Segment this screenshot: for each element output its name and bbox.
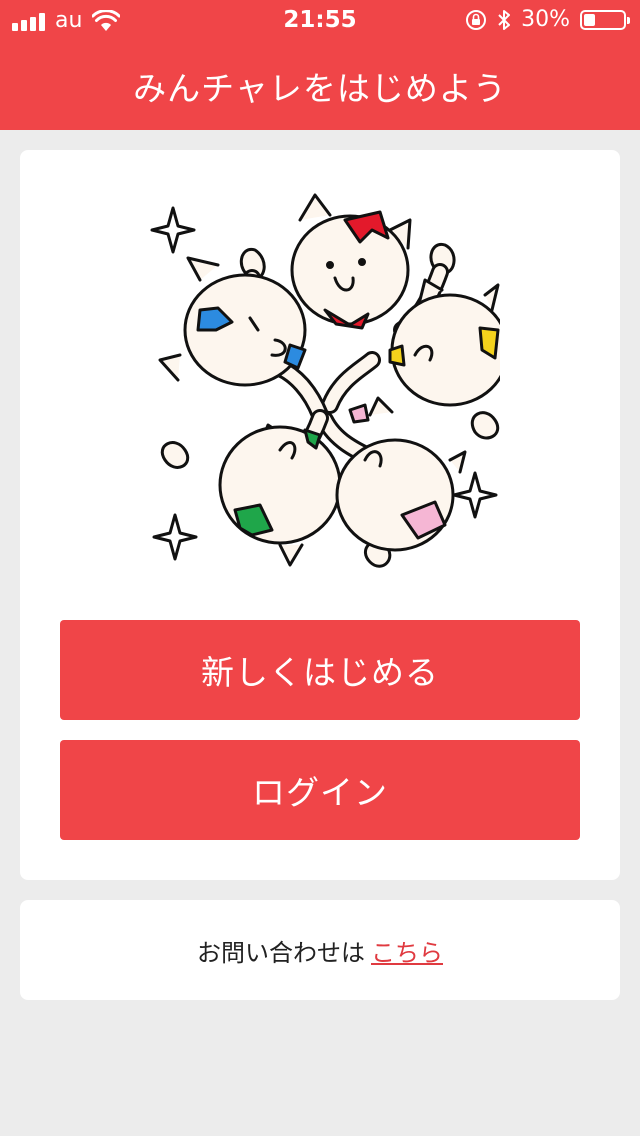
battery-level [584, 13, 595, 26]
start-new-button[interactable]: 新しくはじめる [60, 620, 580, 720]
page-title: みんチャレをはじめよう [133, 69, 507, 108]
contact-text: お問い合わせは [197, 939, 365, 967]
login-button[interactable]: ログイン [60, 740, 580, 840]
bluetooth-icon [498, 9, 511, 30]
status-right: 30% [465, 7, 630, 32]
main-card: 新しくはじめる ログイン [20, 150, 620, 880]
battery-percent: 30% [521, 7, 570, 32]
contact-row: お問い合わせは こちら [20, 933, 620, 968]
cats-illustration [150, 193, 500, 568]
status-bar: au 21:55 30% [0, 0, 640, 40]
contact-link[interactable]: こちら [371, 939, 443, 967]
orientation-lock-icon [466, 9, 487, 30]
app-header: au 21:55 30% みんチャレをはじめよう [0, 0, 640, 130]
contact-card: お問い合わせは こちら [20, 900, 620, 1000]
battery-icon [580, 9, 630, 30]
